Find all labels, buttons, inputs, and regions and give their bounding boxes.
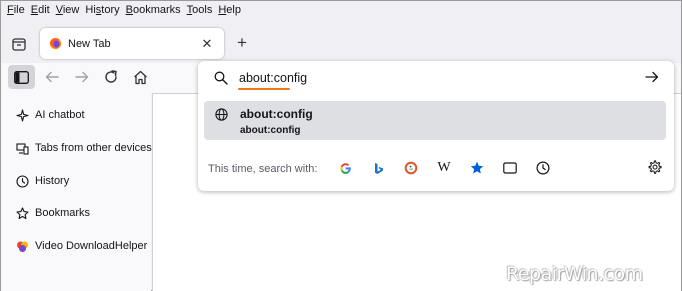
- new-tab-button[interactable]: +: [233, 34, 251, 52]
- input-underline: [238, 88, 290, 90]
- forward-button[interactable]: [73, 68, 91, 86]
- menu-view[interactable]: View: [54, 4, 84, 16]
- result-title: about:config: [240, 107, 313, 121]
- search-icon: [214, 71, 228, 85]
- sidebar-item-ai-chatbot[interactable]: AI chatbot: [16, 106, 85, 124]
- home-button[interactable]: [131, 68, 149, 86]
- sidebar-toggle-button[interactable]: [8, 65, 35, 89]
- globe-icon: [215, 108, 228, 121]
- arrow-right-icon: [75, 71, 89, 83]
- video-downloadhelper-icon: [16, 240, 29, 253]
- sidebar: AI chatbot Tabs from other devices Histo…: [1, 93, 152, 291]
- urlbar-dropdown: about:config about:config This time, sea…: [198, 61, 674, 191]
- menu-tools[interactable]: Tools: [185, 4, 217, 16]
- sidebar-item-bookmarks[interactable]: Bookmarks: [16, 204, 90, 222]
- menu-history[interactable]: History: [83, 4, 123, 16]
- sidebar-item-synced-tabs[interactable]: Tabs from other devices: [16, 139, 152, 157]
- address-bar-input[interactable]: [239, 69, 619, 87]
- star-icon: [470, 161, 484, 174]
- sidebar-item-video-downloadhelper[interactable]: Video DownloadHelper: [16, 237, 147, 255]
- tabs-icon: [503, 162, 517, 174]
- firefox-view-button[interactable]: [9, 34, 29, 54]
- firefox-logo-icon: [49, 37, 62, 50]
- go-arrow-icon[interactable]: [645, 70, 659, 84]
- sidebar-item-label: Tabs from other devices: [35, 142, 152, 154]
- menu-bookmarks[interactable]: Bookmarks: [124, 4, 185, 16]
- menu-bar: File Edit View History Bookmarks Tools Help: [1, 1, 681, 19]
- result-url: about:config: [240, 125, 301, 136]
- bing-icon: [374, 162, 383, 174]
- clock-icon: [16, 174, 29, 188]
- sidebar-item-history[interactable]: History: [16, 172, 69, 190]
- search-tabs[interactable]: [502, 160, 518, 176]
- tab-title: New Tab: [68, 37, 111, 50]
- reload-icon: [105, 70, 117, 83]
- search-engine-duckduckgo[interactable]: [403, 160, 419, 176]
- search-history[interactable]: [535, 160, 551, 176]
- firefox-view-icon: [12, 38, 26, 51]
- home-icon: [133, 70, 147, 84]
- search-engine-google[interactable]: [337, 160, 353, 176]
- search-bookmarks[interactable]: [469, 160, 485, 176]
- star-outline-icon: [16, 206, 29, 220]
- search-engine-wikipedia[interactable]: W: [436, 160, 452, 176]
- close-tab-icon[interactable]: ✕: [196, 36, 218, 52]
- wikipedia-icon: W: [437, 160, 451, 175]
- watermark: RepairWin.com: [506, 263, 643, 285]
- menu-help[interactable]: Help: [216, 4, 245, 16]
- menu-edit[interactable]: Edit: [29, 4, 54, 16]
- synced-tabs-icon: [16, 142, 29, 155]
- sidebar-item-label: Video DownloadHelper: [35, 240, 148, 252]
- google-icon: [339, 162, 351, 174]
- reload-button[interactable]: [102, 68, 120, 86]
- sidebar-icon: [14, 70, 29, 84]
- menu-file[interactable]: File: [5, 4, 29, 16]
- search-with-label: This time, search with:: [208, 163, 318, 175]
- search-engine-bing[interactable]: [370, 160, 386, 176]
- sidebar-item-label: History: [35, 175, 70, 187]
- sidebar-item-label: AI chatbot: [35, 109, 85, 121]
- tab-new-tab[interactable]: New Tab ✕: [40, 28, 224, 59]
- sidebar-item-label: Bookmarks: [35, 207, 91, 219]
- arrow-left-icon: [45, 71, 59, 83]
- sparkle-icon: [16, 108, 29, 122]
- back-button[interactable]: [43, 68, 61, 86]
- gear-icon[interactable]: [647, 160, 662, 175]
- clock-icon: [536, 161, 550, 175]
- duckduckgo-icon: [404, 161, 418, 175]
- urlbar-result-row[interactable]: about:config about:config: [204, 101, 666, 140]
